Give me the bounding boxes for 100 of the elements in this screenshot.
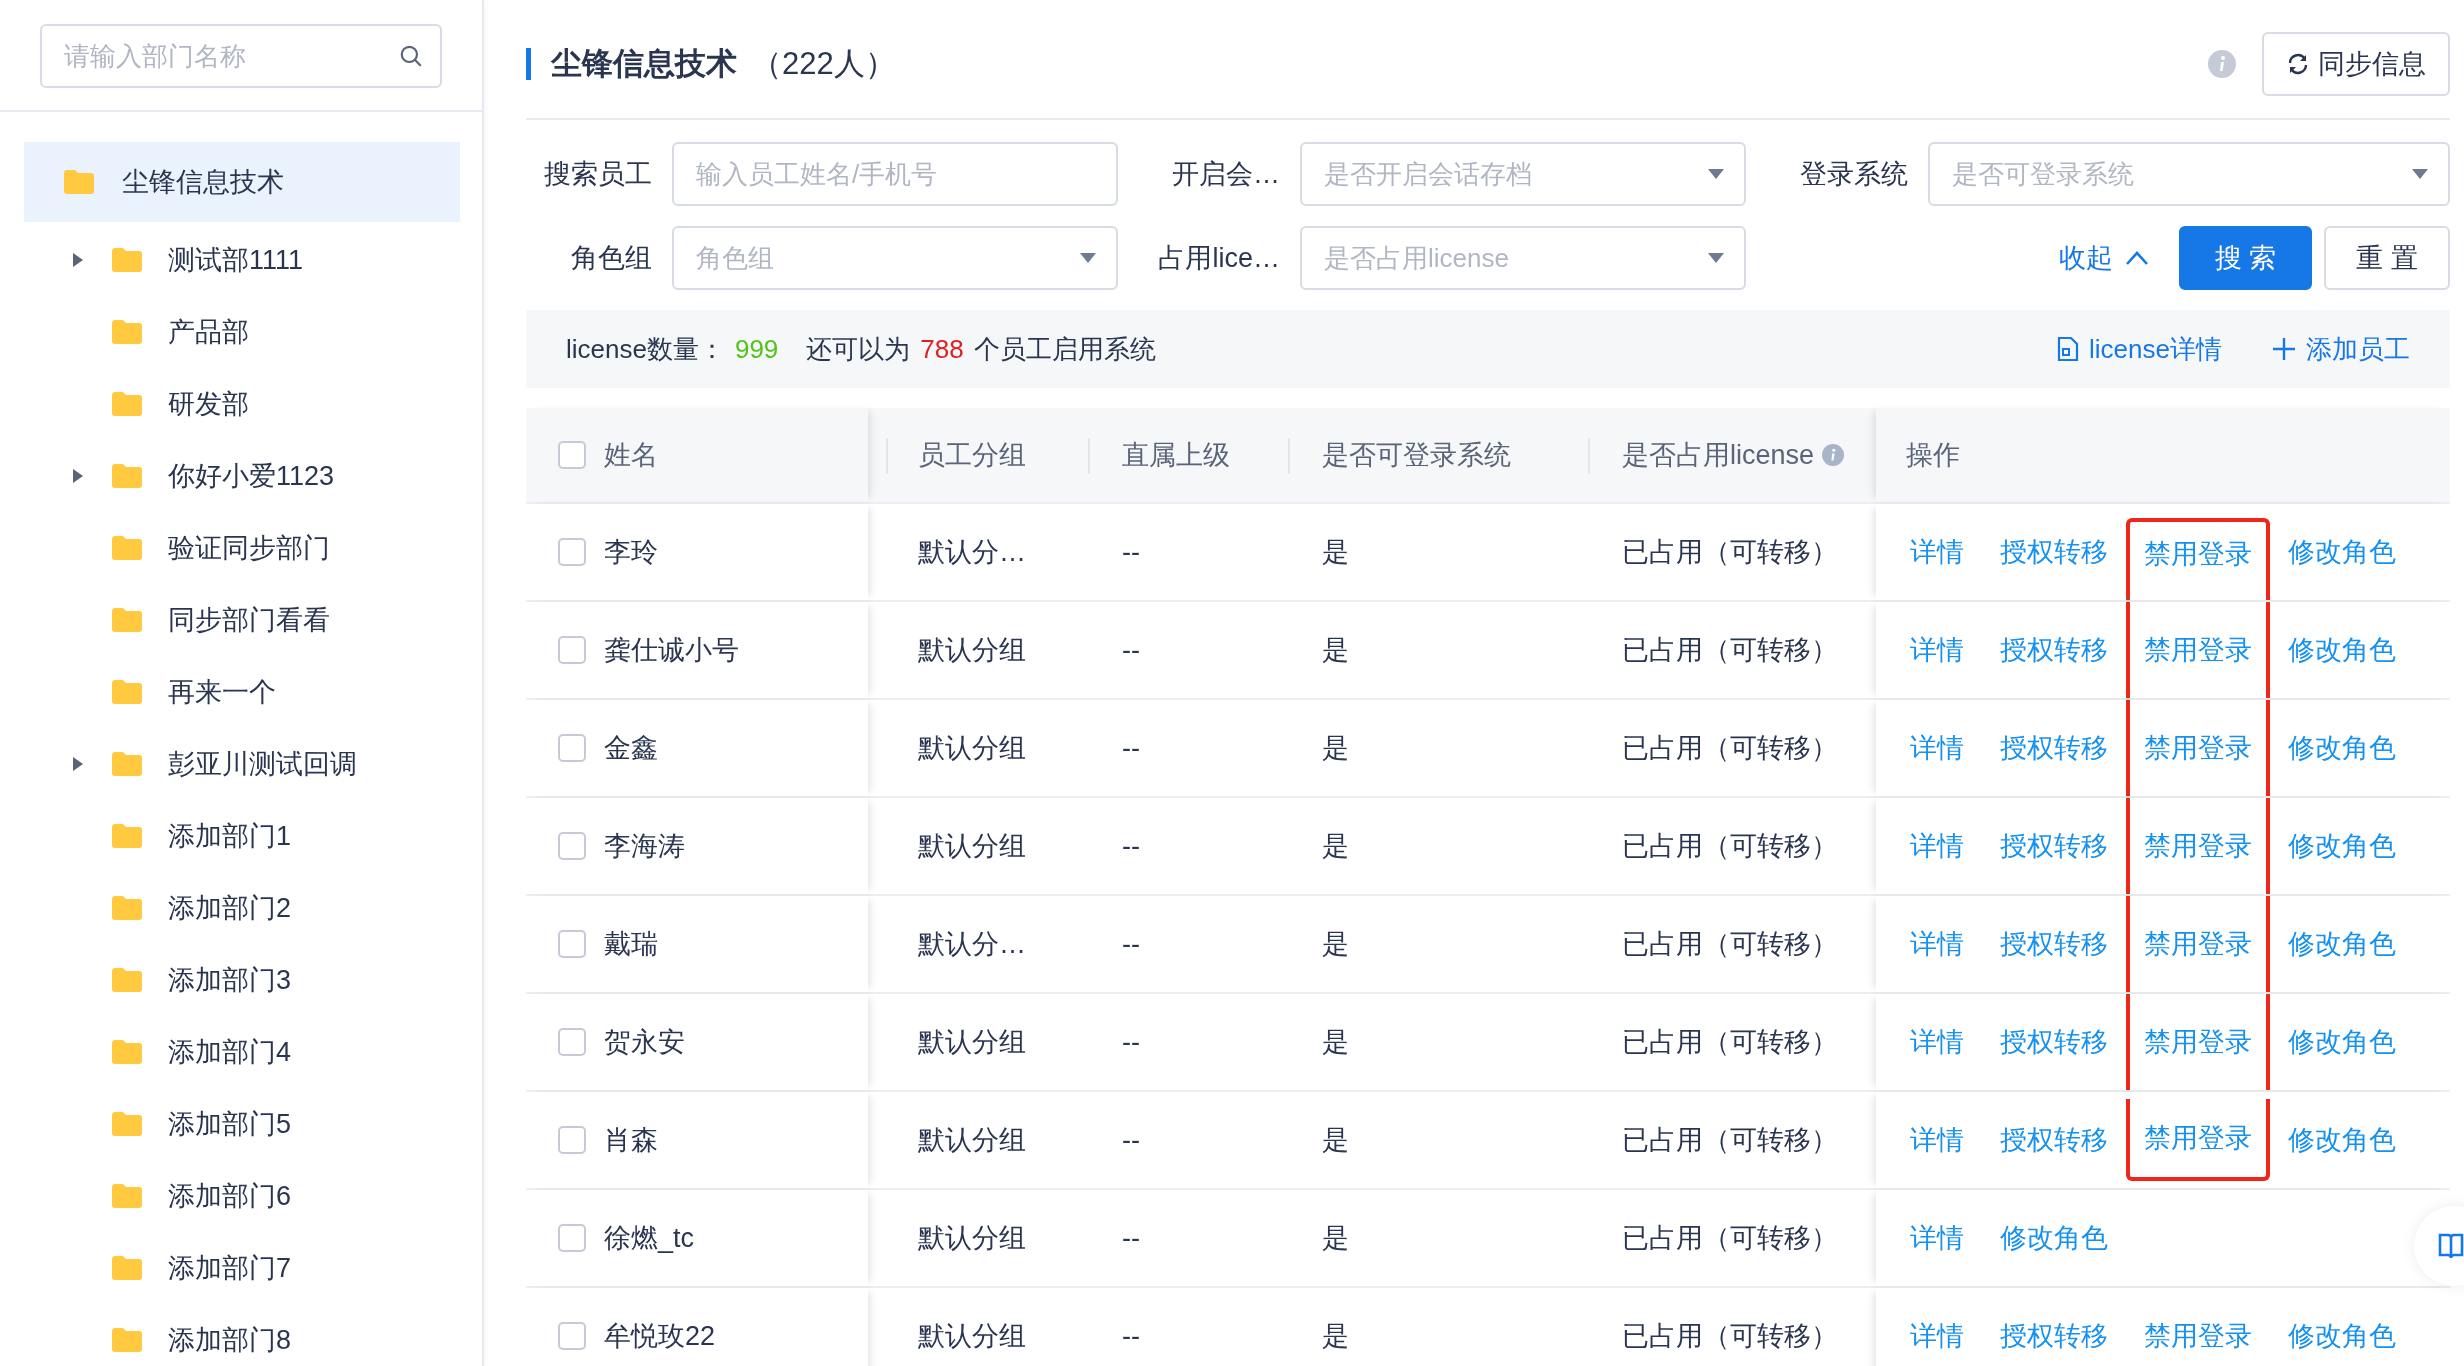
folder-icon [112, 680, 142, 704]
select-all-checkbox[interactable] [558, 441, 586, 469]
expand-arrow-icon[interactable] [72, 468, 84, 484]
filter-select[interactable]: 角色组 [672, 226, 1118, 290]
row-checkbox[interactable] [558, 538, 586, 566]
folder-icon [112, 1112, 142, 1136]
info-icon[interactable] [2208, 50, 2236, 78]
table-cell-text: 是 [1322, 928, 1349, 961]
action-link[interactable]: 禁用登录 [2144, 1318, 2252, 1354]
action-link[interactable]: 修改角色 [2288, 632, 2396, 668]
action-link[interactable]: 禁用登录 [2144, 926, 2252, 962]
action-link[interactable]: 禁用登录 [2144, 536, 2252, 572]
action-link[interactable]: 禁用登录 [2144, 828, 2252, 864]
table-cell-text: 是 [1322, 536, 1349, 569]
action-link[interactable]: 修改角色 [2288, 828, 2396, 864]
action-link[interactable]: 详情 [1910, 1024, 1964, 1060]
table-cell-text: 是 [1322, 1222, 1349, 1255]
row-checkbox[interactable] [558, 832, 586, 860]
action-link[interactable]: 详情 [1910, 1220, 1964, 1256]
action-link[interactable]: 授权转移 [2000, 926, 2108, 962]
action-link[interactable]: 授权转移 [2000, 828, 2108, 864]
search-icon[interactable] [398, 43, 424, 69]
row-checkbox[interactable] [558, 636, 586, 664]
folder-icon [112, 464, 142, 488]
filter-select[interactable]: 是否占用license [1300, 226, 1746, 290]
tree-item[interactable]: 添加部门1 [24, 800, 460, 872]
action-link[interactable]: 详情 [1910, 730, 1964, 766]
action-link[interactable]: 修改角色 [2288, 534, 2396, 570]
license-label: license数量： [566, 332, 725, 366]
license-details-link[interactable]: license详情 [2089, 331, 2222, 367]
tree-item[interactable]: 验证同步部门 [24, 512, 460, 584]
action-link[interactable]: 修改角色 [2288, 1122, 2396, 1158]
action-link[interactable]: 修改角色 [2288, 926, 2396, 962]
action-link[interactable]: 授权转移 [2000, 632, 2108, 668]
plus-icon[interactable] [2272, 337, 2296, 361]
tree-item[interactable]: 测试部1111 [24, 224, 460, 296]
action-link[interactable]: 详情 [1910, 534, 1964, 570]
action-link[interactable]: 详情 [1910, 1318, 1964, 1354]
action-link[interactable]: 授权转移 [2000, 1122, 2108, 1158]
tree-item[interactable]: 同步部门看看 [24, 584, 460, 656]
action-link[interactable]: 授权转移 [2000, 1318, 2108, 1354]
collapse-link[interactable]: 收起 [2058, 240, 2113, 276]
tree-item[interactable]: 添加部门2 [24, 872, 460, 944]
filter-label: 搜索员工 [543, 158, 652, 191]
table-cell-text: 已占用（可转移） [1622, 634, 1838, 667]
action-link[interactable]: 修改角色 [2288, 1318, 2396, 1354]
table-cell-text: 已占用（可转移） [1622, 732, 1838, 765]
action-link[interactable]: 修改角色 [2000, 1220, 2108, 1256]
row-checkbox[interactable] [558, 1126, 586, 1154]
action-link[interactable]: 禁用登录 [2144, 1120, 2252, 1156]
chevron-up-icon[interactable] [2124, 250, 2149, 266]
table-cell-text: 已占用（可转移） [1622, 928, 1838, 961]
tree-item[interactable]: 添加部门3 [24, 944, 460, 1016]
table-cell-text: 李玲 [604, 536, 658, 569]
folder-icon [112, 752, 142, 776]
row-checkbox[interactable] [558, 1224, 586, 1252]
tree-item[interactable]: 添加部门8 [24, 1304, 460, 1366]
action-link[interactable]: 修改角色 [2288, 1024, 2396, 1060]
tree-item[interactable]: 尘锋信息技术 [24, 142, 460, 222]
tree-item[interactable]: 添加部门5 [24, 1088, 460, 1160]
tree-item[interactable]: 产品部 [24, 296, 460, 368]
action-link[interactable]: 修改角色 [2288, 730, 2396, 766]
column-header: 是否占用license [1622, 439, 1815, 472]
row-checkbox[interactable] [558, 734, 586, 762]
row-checkbox[interactable] [558, 1028, 586, 1056]
tree-item[interactable]: 彭亚川测试回调 [24, 728, 460, 800]
expand-arrow-icon[interactable] [72, 756, 84, 772]
action-link[interactable]: 详情 [1910, 926, 1964, 962]
action-link[interactable]: 详情 [1910, 1122, 1964, 1158]
tree-item[interactable]: 你好小爱1123 [24, 440, 460, 512]
folder-icon [112, 1256, 142, 1280]
row-checkbox[interactable] [558, 1322, 586, 1350]
document-icon[interactable] [2057, 336, 2080, 362]
sync-button[interactable]: 同步信息 [2262, 32, 2450, 96]
tree-item[interactable]: 添加部门4 [24, 1016, 460, 1088]
tree-item[interactable]: 研发部 [24, 368, 460, 440]
action-link[interactable]: 详情 [1910, 828, 1964, 864]
table-cell-text: 默认分… [918, 928, 1026, 961]
action-link[interactable]: 授权转移 [2000, 1024, 2108, 1060]
department-search-field[interactable]: 请输入部门名称 [40, 24, 442, 88]
employee-search-field[interactable]: 输入员工姓名/手机号 [672, 142, 1118, 206]
info-icon[interactable] [1822, 444, 1845, 466]
reset-button[interactable]: 重 置 [2324, 226, 2450, 290]
search-button[interactable]: 搜 索 [2178, 226, 2313, 290]
folder-icon [112, 1040, 142, 1064]
folder-icon [112, 968, 142, 992]
expand-arrow-icon[interactable] [72, 252, 84, 268]
action-link[interactable]: 授权转移 [2000, 534, 2108, 570]
row-checkbox[interactable] [558, 930, 586, 958]
action-link[interactable]: 禁用登录 [2144, 632, 2252, 668]
action-link[interactable]: 禁用登录 [2144, 730, 2252, 766]
action-link[interactable]: 详情 [1910, 632, 1964, 668]
filter-select[interactable]: 是否开启会话存档 [1300, 142, 1746, 206]
add-employee-link[interactable]: 添加员工 [2306, 331, 2410, 367]
filter-select[interactable]: 是否可登录系统 [1928, 142, 2450, 206]
tree-item[interactable]: 添加部门6 [24, 1160, 460, 1232]
tree-item[interactable]: 再来一个 [24, 656, 460, 728]
tree-item[interactable]: 添加部门7 [24, 1232, 460, 1304]
action-link[interactable]: 授权转移 [2000, 730, 2108, 766]
action-link[interactable]: 禁用登录 [2144, 1024, 2252, 1060]
